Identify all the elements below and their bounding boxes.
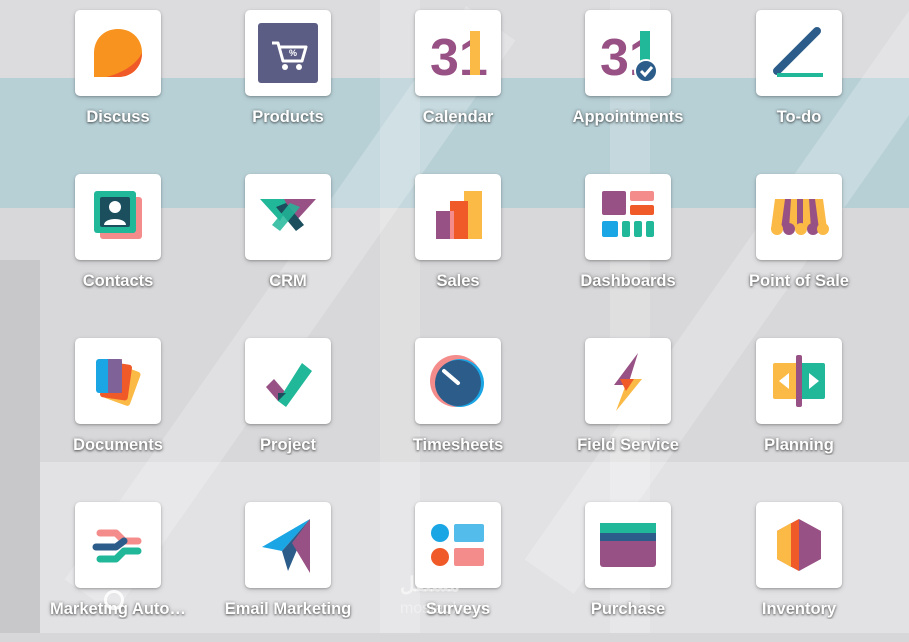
app-todo[interactable]: To-do [714,0,884,150]
app-discuss[interactable]: Discuss [33,0,203,150]
watermark-site: mostaql.com [400,600,491,617]
app-marketing-automation[interactable]: Marketing Auto… [33,492,203,642]
app-label: Timesheets [412,436,504,454]
app-label: Appointments [572,108,684,126]
todo-icon [756,10,842,96]
app-appointments[interactable]: 31 Appointments [543,0,713,150]
app-label: Calendar [422,108,494,126]
appointments-icon: 31 [585,10,671,96]
planning-icon [756,338,842,424]
app-label: Sales [436,272,480,290]
field-service-icon [585,338,671,424]
loading-spinner-icon [104,590,124,610]
app-label: Project [260,436,316,454]
purchase-icon [585,502,671,588]
app-crm[interactable]: CRM [203,164,373,314]
sales-icon [415,174,501,260]
watermark-logo: مستقل [400,574,460,596]
app-label: Purchase [590,600,666,618]
app-planning[interactable]: Planning [714,328,884,478]
app-label: Discuss [86,108,150,126]
calendar-icon: 31 [415,10,501,96]
marketing-automation-icon [75,502,161,588]
app-timesheets[interactable]: Timesheets [373,328,543,478]
inventory-icon [756,502,842,588]
app-point-of-sale[interactable]: Point of Sale [714,164,884,314]
contacts-icon [75,174,161,260]
app-label: Dashboards [580,272,676,290]
app-label: Point of Sale [749,272,849,290]
project-icon [245,338,331,424]
documents-icon [75,338,161,424]
app-inventory[interactable]: Inventory [714,492,884,642]
svg-text:%: % [289,48,297,58]
dashboards-icon [585,174,671,260]
app-documents[interactable]: Documents [33,328,203,478]
app-field-service[interactable]: Field Service [543,328,713,478]
crm-icon [245,174,331,260]
app-label: Products [252,108,324,126]
app-project[interactable]: Project [203,328,373,478]
app-label: Documents [73,436,163,454]
app-products[interactable]: % Products [203,0,373,150]
app-email-marketing[interactable]: Email Marketing [203,492,373,642]
app-purchase[interactable]: Purchase [543,492,713,642]
app-calendar[interactable]: 31 Calendar [373,0,543,150]
app-contacts[interactable]: Contacts [33,164,203,314]
app-label: CRM [269,272,307,290]
timesheets-icon [415,338,501,424]
app-dashboards[interactable]: Dashboards [543,164,713,314]
point-of-sale-icon [756,174,842,260]
app-label: Email Marketing [224,600,352,618]
app-surveys[interactable]: Surveys [373,492,543,642]
app-grid: Discuss % Products 31 Calendar 31 Appoin… [0,0,909,633]
app-sales[interactable]: Sales [373,164,543,314]
app-label: Planning [764,436,834,454]
discuss-icon [75,10,161,96]
email-marketing-icon [245,502,331,588]
products-icon: % [245,10,331,96]
app-label: To-do [776,108,822,126]
app-label: Inventory [761,600,837,618]
app-label: Contacts [82,272,154,290]
app-label: Field Service [577,436,679,454]
